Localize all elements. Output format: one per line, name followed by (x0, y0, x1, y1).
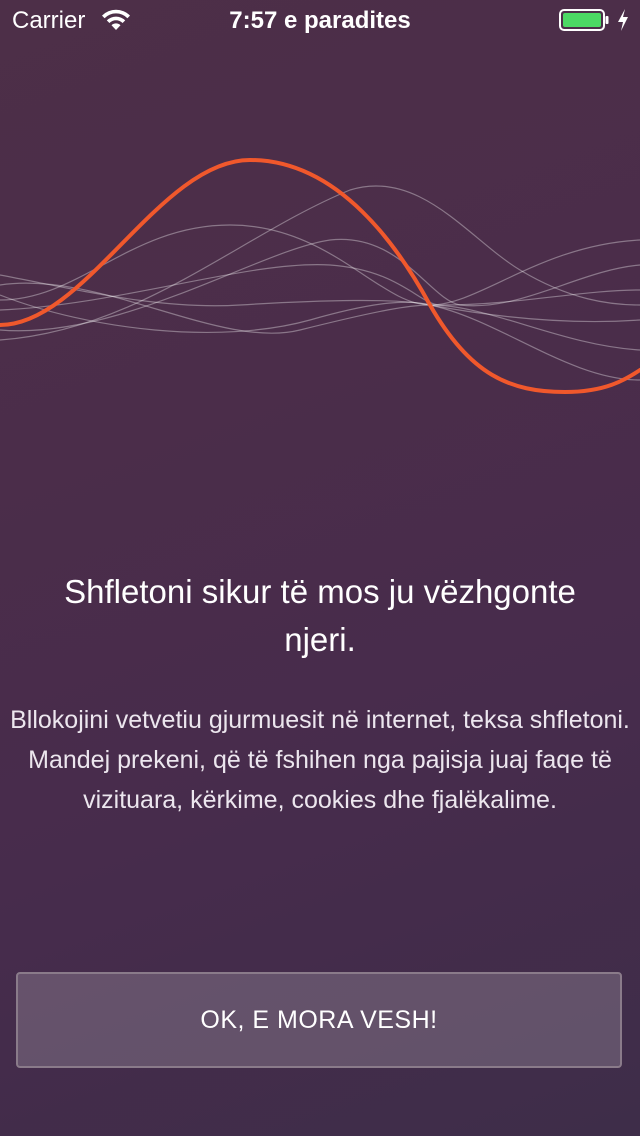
status-bar: Carrier 7:57 e paradites (0, 0, 640, 40)
ok-got-it-button[interactable]: OK, E MORA VESH! (16, 972, 622, 1068)
wave-illustration (0, 157, 640, 395)
battery-level (563, 13, 601, 27)
battery-icon (559, 9, 609, 31)
onboarding-headline: Shfletoni sikur të mos ju vëzhgonte njer… (64, 573, 576, 658)
status-time: 7:57 e paradites (229, 7, 411, 34)
accent-wave (0, 157, 640, 395)
onboarding-description: Bllokojini vetvetiu gjurmuesit në intern… (10, 706, 630, 814)
charging-bolt-icon (618, 9, 628, 31)
secondary-wave (0, 274, 640, 381)
